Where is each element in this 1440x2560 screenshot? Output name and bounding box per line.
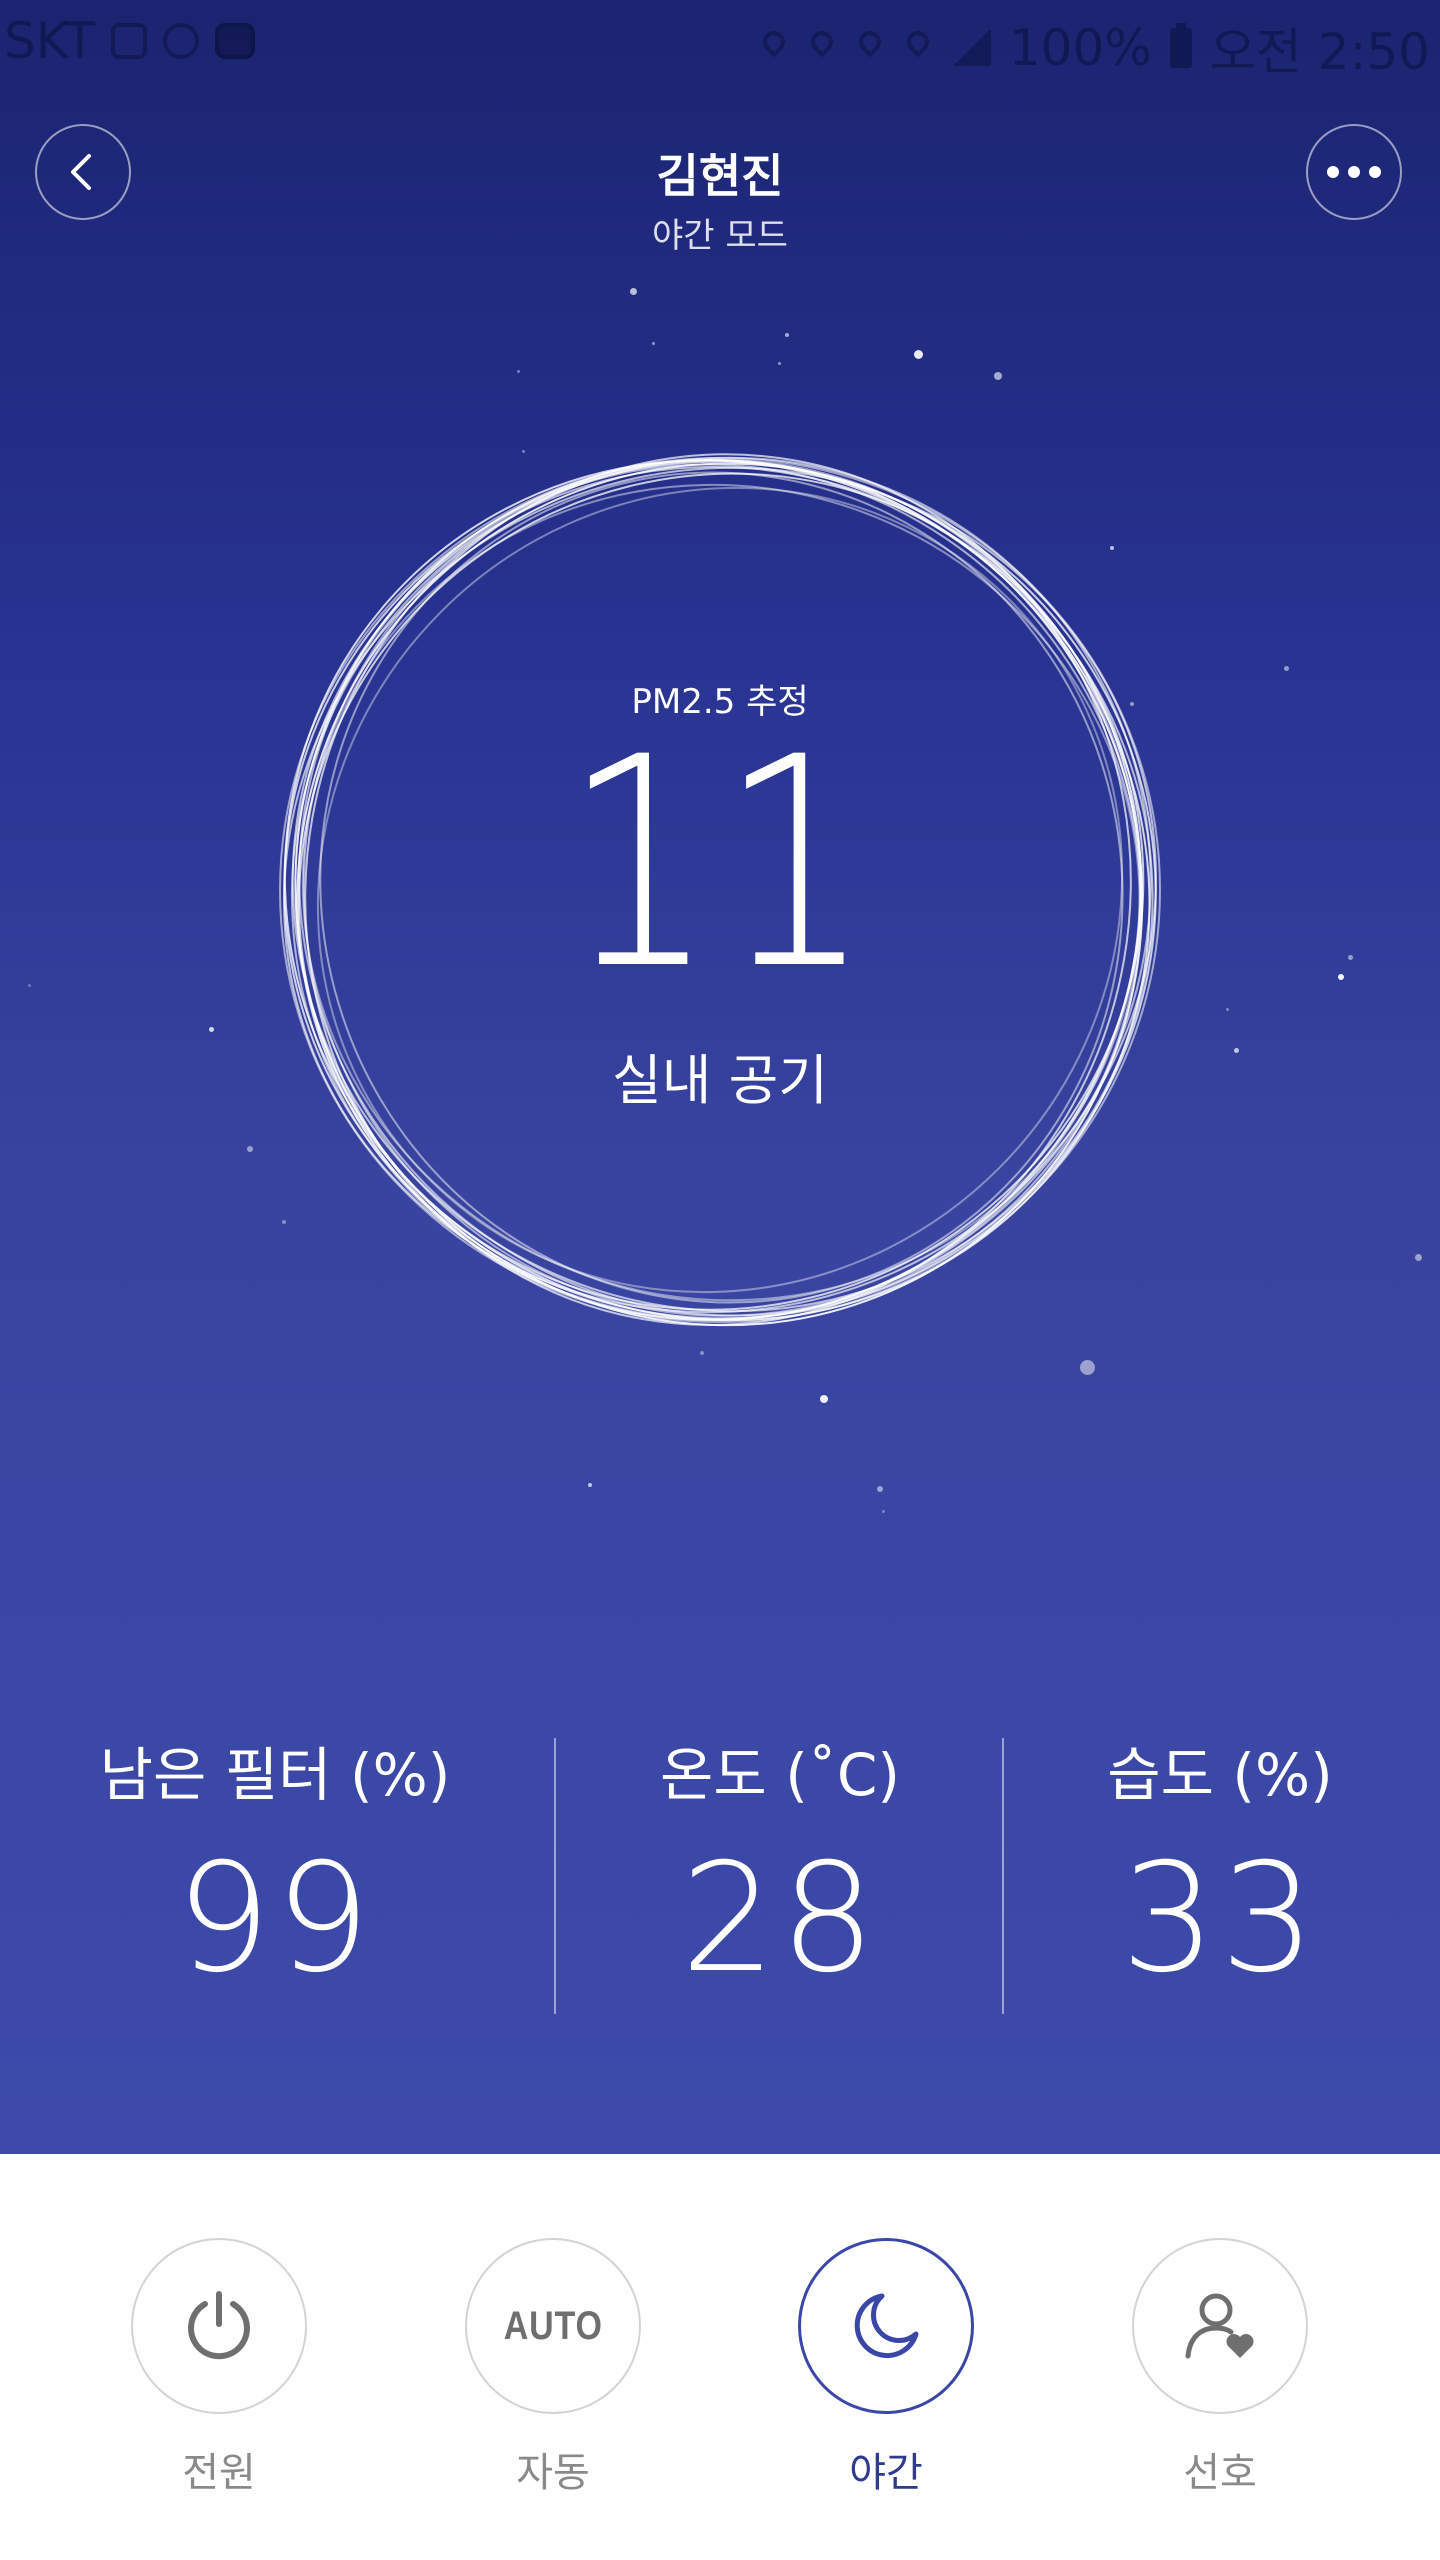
- status-bar-right: 100% 오전 2:50: [759, 12, 1430, 84]
- battery-percent: 100%: [1008, 19, 1152, 77]
- bluetooth-icon: [807, 29, 837, 67]
- auto-button[interactable]: AUTO: [465, 2238, 641, 2414]
- more-dots-icon: [1327, 166, 1381, 178]
- wifi-icon: [903, 29, 933, 67]
- user-heart-icon: [1185, 2293, 1254, 2359]
- pm25-value: 11: [563, 696, 877, 1033]
- humidity-value: 33: [1120, 1832, 1320, 2006]
- chevron-left-icon: [71, 154, 91, 190]
- night-label: 야간: [849, 2450, 923, 2496]
- temperature-stat: 온도 (˚C) 28: [560, 1740, 1000, 2004]
- temperature-value: 28: [680, 1832, 880, 2006]
- filter-remaining-label: 남은 필터 (%): [99, 1741, 451, 1809]
- carrier-label: SKT: [4, 12, 96, 70]
- battery-icon: [1169, 23, 1192, 68]
- moon-icon: [854, 2293, 919, 2358]
- more-options-button[interactable]: [1306, 124, 1402, 220]
- location-icon: [759, 29, 789, 67]
- humidity-label: 습도 (%): [1107, 1741, 1333, 1809]
- humidity-stat: 습도 (%) 33: [1010, 1740, 1430, 2004]
- stat-divider: [554, 1738, 556, 2014]
- indoor-air-label: 실내 공기: [612, 1049, 828, 1112]
- stat-divider: [1002, 1738, 1004, 2014]
- temperature-label: 온도 (˚C): [660, 1741, 900, 1809]
- clock-notification-icon: [163, 23, 200, 59]
- power-label: 전원: [182, 2450, 256, 2496]
- status-bar: SKT 100% 오전 2:50: [0, 0, 1440, 84]
- night-control: 야간: [798, 2238, 974, 2498]
- chat-notification-icon: [215, 23, 256, 59]
- clock-time: 오전 2:50: [1209, 23, 1430, 81]
- control-bar: 전원 AUTO 자동 야간 선호: [0, 2154, 1440, 2560]
- gallery-notification-icon: [111, 23, 148, 59]
- auto-label: 자동: [516, 2450, 590, 2496]
- app-screen: SKT 100% 오전 2:50 김현진 야간 모드 PM2.5 추정 11 실…: [0, 0, 1440, 2560]
- night-button[interactable]: [798, 2238, 974, 2414]
- back-button[interactable]: [35, 124, 131, 220]
- auto-control: AUTO 자동: [465, 2238, 641, 2498]
- auto-icon: AUTO: [503, 2303, 603, 2348]
- power-control: 전원: [131, 2238, 307, 2498]
- device-name: 김현진: [656, 149, 784, 203]
- mode-subtitle: 야간 모드: [652, 216, 788, 256]
- status-bar-left: SKT: [4, 12, 256, 70]
- filter-remaining-value: 99: [175, 1832, 375, 2006]
- air-purifier-panel: SKT 100% 오전 2:50 김현진 야간 모드 PM2.5 추정 11 실…: [0, 0, 1440, 2154]
- power-icon: [188, 2291, 250, 2360]
- filter-remaining-stat: 남은 필터 (%) 99: [60, 1740, 490, 2004]
- favorite-label: 선호: [1183, 2450, 1257, 2496]
- power-button[interactable]: [131, 2238, 307, 2414]
- favorite-button[interactable]: [1132, 2238, 1308, 2414]
- mute-icon: [855, 29, 885, 67]
- favorite-control: 선호: [1132, 2238, 1308, 2498]
- signal-icon: [950, 30, 991, 66]
